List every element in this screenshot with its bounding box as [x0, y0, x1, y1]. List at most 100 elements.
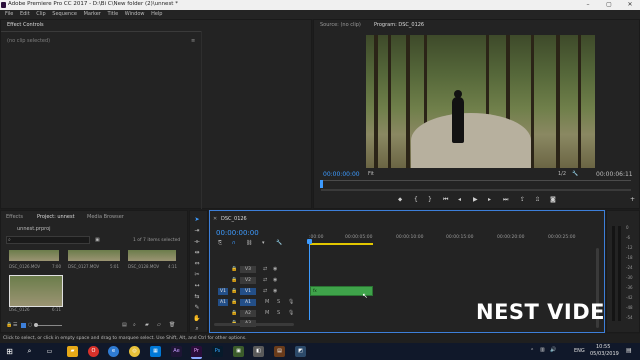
mute-icon[interactable]: M	[265, 310, 269, 316]
add-marker-icon[interactable]: ⬥	[398, 196, 402, 204]
edge-icon[interactable]: e	[108, 346, 119, 357]
language-indicator[interactable]: ENG	[574, 348, 585, 354]
search-input[interactable]	[6, 236, 90, 244]
tab-program-monitor[interactable]: Program: DSC_0126	[374, 22, 424, 28]
linked-selection-icon[interactable]: ⛓	[246, 240, 252, 246]
tab-source-monitor[interactable]: Source: (no clip)	[320, 22, 361, 28]
lock-icon[interactable]: 🔒	[6, 322, 12, 328]
pen-tool-icon[interactable]: ✎	[193, 304, 201, 312]
selection-tool-icon[interactable]: ➤	[193, 216, 201, 224]
network-icon[interactable]: ▥	[540, 347, 545, 353]
clear-icon[interactable]: 🗑	[169, 322, 175, 328]
sync-lock-icon[interactable]: ⇄	[263, 277, 267, 283]
timeline-close-icon[interactable]: ✕	[213, 216, 217, 222]
icon-view-icon[interactable]	[21, 323, 26, 328]
store-icon[interactable]: ▦	[150, 346, 161, 357]
playhead[interactable]	[320, 180, 323, 188]
export-frame-icon[interactable]: ◙	[550, 196, 556, 203]
extract-icon[interactable]: ⇫	[535, 196, 540, 203]
rolling-edit-tool-icon[interactable]: ⇹	[193, 249, 201, 257]
track-select-tool-icon[interactable]: ⇥	[193, 227, 201, 235]
premiere-taskbar-icon[interactable]: Pr	[191, 346, 202, 359]
solo-icon[interactable]: S	[277, 310, 280, 316]
menu-edit[interactable]: Edit	[20, 10, 30, 19]
lift-icon[interactable]: ⇪	[520, 196, 525, 203]
work-area-bar[interactable]	[310, 243, 373, 245]
tab-sequence[interactable]: DSC_0126	[221, 216, 247, 222]
volume-icon[interactable]: 🔊	[550, 347, 556, 353]
solo-icon[interactable]: S	[277, 299, 280, 305]
tab-effects[interactable]: Effects	[6, 214, 23, 220]
new-bin-icon[interactable]: ▰	[145, 322, 149, 328]
eye-icon[interactable]: ◉	[273, 288, 277, 294]
monitor-scrubber[interactable]	[321, 180, 631, 181]
menu-sequence[interactable]: Sequence	[52, 10, 77, 19]
mark-out-icon[interactable]: }	[428, 196, 432, 203]
clip-thumbnail[interactable]	[9, 250, 59, 261]
track-target-v1[interactable]: V1	[240, 288, 256, 295]
search-icon[interactable]: ⌕	[24, 346, 35, 357]
snap-icon[interactable]: ∩	[232, 240, 236, 246]
app-icon[interactable]: ◩	[295, 346, 306, 357]
voiceover-mic-icon[interactable]: 🎙	[288, 299, 294, 305]
new-item-icon[interactable]: ▱	[157, 322, 161, 328]
windows-start-icon[interactable]: ⊞	[4, 346, 15, 357]
step-forward-icon[interactable]: ▸	[488, 196, 491, 203]
eye-icon[interactable]: ◉	[273, 277, 277, 283]
panel-menu-icon[interactable]: ≡	[191, 38, 195, 44]
photoshop-icon[interactable]: Ps	[212, 346, 223, 357]
mute-icon[interactable]: M	[265, 299, 269, 305]
step-back-icon[interactable]: ◂	[458, 196, 461, 203]
find-icon[interactable]: ⌕	[133, 322, 136, 328]
insert-nest-icon[interactable]: ⎘	[218, 240, 222, 246]
voiceover-mic-icon[interactable]: 🎙	[288, 310, 294, 316]
slide-tool-icon[interactable]: ⇆	[193, 293, 201, 301]
go-to-out-icon[interactable]: ⏭	[503, 196, 508, 204]
opera-icon[interactable]: O	[88, 346, 99, 357]
menu-help[interactable]: Help	[151, 10, 162, 19]
sequence-thumbnail[interactable]	[9, 275, 63, 307]
wrench-icon[interactable]: 🔧	[572, 171, 578, 177]
zoom-scrollbar[interactable]	[321, 189, 631, 191]
menu-title[interactable]: Title	[107, 10, 118, 19]
minimize-icon[interactable]: –	[578, 0, 598, 10]
track-target-a2[interactable]: A2	[240, 310, 256, 317]
razor-tool-icon[interactable]: ✂	[193, 271, 201, 279]
automate-to-sequence-icon[interactable]: ▤	[122, 322, 127, 328]
clip-thumbnail[interactable]	[128, 250, 176, 261]
clock-time[interactable]: 10:55	[596, 344, 610, 350]
timeline-timecode[interactable]: 00:00:00:00	[216, 229, 259, 237]
notifications-icon[interactable]: ▤	[626, 347, 632, 354]
add-button-icon[interactable]: +	[630, 196, 635, 203]
track-target-a1[interactable]: A1	[240, 299, 256, 306]
track-lock-icon[interactable]: 🔒	[231, 277, 237, 283]
eye-icon[interactable]: ◉	[273, 266, 277, 272]
mark-in-icon[interactable]: {	[414, 196, 418, 203]
menu-window[interactable]: Window	[125, 10, 145, 19]
app-icon[interactable]: ◧	[253, 346, 264, 357]
maximize-icon[interactable]: ▢	[599, 0, 619, 10]
task-view-icon[interactable]: ▭	[44, 346, 55, 357]
play-icon[interactable]: ▶	[473, 196, 478, 203]
playhead-handle[interactable]	[307, 239, 312, 244]
thumbnail-size-slider[interactable]	[36, 325, 62, 326]
chrome-icon[interactable]: ◎	[129, 346, 140, 357]
add-marker-icon[interactable]: ▾	[262, 240, 265, 246]
track-lock-icon[interactable]: 🔒	[231, 310, 237, 316]
list-view-icon[interactable]: ☰	[13, 322, 17, 328]
track-lock-icon[interactable]: 🔒	[231, 288, 237, 294]
tab-project[interactable]: Project: unnest	[37, 214, 75, 220]
ripple-edit-tool-icon[interactable]: ⟛	[193, 238, 201, 246]
zoom-tool-icon[interactable]: ⌕	[193, 325, 201, 333]
menu-file[interactable]: File	[5, 10, 13, 19]
tray-chevron-icon[interactable]: ⌃	[530, 348, 534, 354]
track-lock-icon[interactable]: 🔒	[231, 299, 237, 305]
app-icon[interactable]: ▣	[233, 346, 244, 357]
rate-stretch-tool-icon[interactable]: ⇔	[193, 260, 201, 268]
file-explorer-icon[interactable]: ▰	[67, 346, 78, 357]
hand-tool-icon[interactable]: ✋	[193, 315, 201, 323]
clock-date[interactable]: 05/03/2019	[590, 351, 619, 357]
sync-lock-icon[interactable]: ⇄	[263, 266, 267, 272]
fit-dropdown[interactable]: Fit	[368, 171, 374, 177]
timeline-horizontal-scrollbar[interactable]	[214, 323, 294, 326]
